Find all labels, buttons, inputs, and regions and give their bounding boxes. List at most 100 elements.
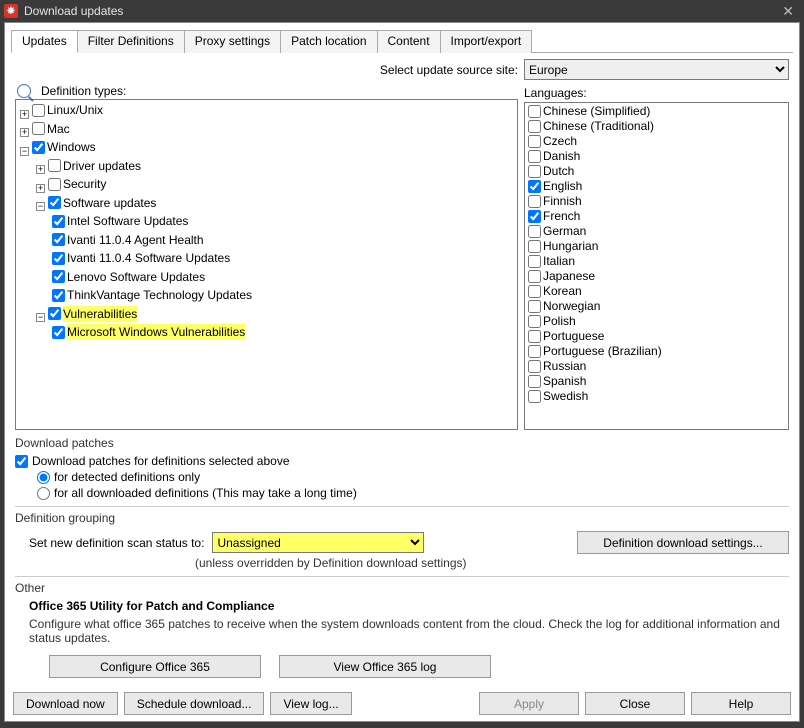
other-group-label: Other [15,581,789,595]
help-button[interactable]: Help [691,692,791,715]
tree-node-lenovo[interactable]: Lenovo Software Updates [52,269,205,285]
language-checkbox[interactable] [528,210,541,223]
language-checkbox[interactable] [528,120,541,133]
footer-bar: Download now Schedule download... View l… [13,692,791,715]
view-office365-log-button[interactable]: View Office 365 log [279,655,491,678]
language-item[interactable]: Dutch [528,164,785,179]
all-downloaded-radio[interactable]: for all downloaded definitions (This may… [37,486,789,500]
language-checkbox[interactable] [528,390,541,403]
language-item[interactable]: Spanish [528,374,785,389]
download-now-button[interactable]: Download now [13,692,118,715]
collapse-icon[interactable]: − [36,202,45,211]
language-label: French [543,209,580,224]
tab-updates[interactable]: Updates [11,30,78,53]
language-item[interactable]: Italian [528,254,785,269]
language-item[interactable]: Portuguese (Brazilian) [528,344,785,359]
language-checkbox[interactable] [528,315,541,328]
tree-node-driver-updates[interactable]: Driver updates [48,158,141,174]
language-item[interactable]: Korean [528,284,785,299]
expand-icon[interactable]: + [36,184,45,193]
tree-node-thinkvantage[interactable]: ThinkVantage Technology Updates [52,287,252,303]
language-checkbox[interactable] [528,195,541,208]
window-title: Download updates [24,4,123,18]
tree-node-ivanti-sw[interactable]: Ivanti 11.0.4 Software Updates [52,250,230,266]
tree-node-windows[interactable]: Windows [32,139,96,155]
language-label: Portuguese (Brazilian) [543,344,662,359]
language-checkbox[interactable] [528,165,541,178]
language-label: Italian [543,254,575,269]
language-item[interactable]: English [528,179,785,194]
tree-node-vulnerabilities[interactable]: Vulnerabilities [48,306,137,322]
language-checkbox[interactable] [528,360,541,373]
tree-node-intel[interactable]: Intel Software Updates [52,213,188,229]
language-checkbox[interactable] [528,330,541,343]
language-item[interactable]: French [528,209,785,224]
language-checkbox[interactable] [528,255,541,268]
language-item[interactable]: German [528,224,785,239]
view-log-button[interactable]: View log... [270,692,351,715]
language-checkbox[interactable] [528,300,541,313]
close-icon[interactable]: ✕ [776,3,800,20]
detected-only-radio[interactable]: for detected definitions only [37,470,789,484]
language-checkbox[interactable] [528,105,541,118]
tab-filter-definitions[interactable]: Filter Definitions [77,30,185,53]
language-item[interactable]: Chinese (Traditional) [528,119,785,134]
language-label: Japanese [543,269,595,284]
language-item[interactable]: Japanese [528,269,785,284]
language-checkbox[interactable] [528,150,541,163]
expand-icon[interactable]: + [20,128,29,137]
tree-node-security[interactable]: Security [48,176,106,192]
tree-node-ivanti-agent[interactable]: Ivanti 11.0.4 Agent Health [52,232,204,248]
tab-proxy-settings[interactable]: Proxy settings [184,30,281,53]
definition-grouping-label: Definition grouping [15,511,789,525]
tab-import-export[interactable]: Import/export [440,30,533,53]
source-site-select[interactable]: Europe [524,59,789,80]
language-item[interactable]: Russian [528,359,785,374]
language-label: Chinese (Traditional) [543,119,654,134]
collapse-icon[interactable]: − [36,313,45,322]
languages-list[interactable]: Chinese (Simplified)Chinese (Traditional… [524,102,789,430]
language-checkbox[interactable] [528,285,541,298]
tab-patch-location[interactable]: Patch location [280,30,377,53]
tab-content[interactable]: Content [377,30,441,53]
tree-node-mac[interactable]: Mac [32,121,70,137]
language-item[interactable]: Portuguese [528,329,785,344]
language-checkbox[interactable] [528,345,541,358]
definition-types-tree[interactable]: +Linux/Unix +Mac −Windows +Driver update… [15,99,518,430]
languages-label: Languages: [524,86,789,100]
language-item[interactable]: Chinese (Simplified) [528,104,785,119]
tree-node-linux[interactable]: Linux/Unix [32,102,103,118]
expand-icon[interactable]: + [36,165,45,174]
schedule-download-button[interactable]: Schedule download... [124,692,265,715]
language-item[interactable]: Finnish [528,194,785,209]
language-label: Korean [543,284,582,299]
close-button[interactable]: Close [585,692,685,715]
language-label: Dutch [543,164,574,179]
language-item[interactable]: Hungarian [528,239,785,254]
scan-status-select[interactable]: Unassigned [212,532,424,553]
language-checkbox[interactable] [528,135,541,148]
tree-node-software-updates[interactable]: Software updates [48,195,156,211]
language-label: Norwegian [543,299,600,314]
language-item[interactable]: Polish [528,314,785,329]
language-item[interactable]: Danish [528,149,785,164]
dialog-body: Updates Filter Definitions Proxy setting… [4,22,800,722]
definition-grouping-note: (unless overridden by Definition downloa… [195,556,789,570]
download-patches-checkbox[interactable]: Download patches for definitions selecte… [15,454,789,468]
language-item[interactable]: Czech [528,134,785,149]
collapse-icon[interactable]: − [20,147,29,156]
language-label: Polish [543,314,576,329]
definition-download-settings-button[interactable]: Definition download settings... [577,531,789,554]
configure-office365-button[interactable]: Configure Office 365 [49,655,261,678]
language-item[interactable]: Norwegian [528,299,785,314]
expand-icon[interactable]: + [20,110,29,119]
language-checkbox[interactable] [528,240,541,253]
office365-desc: Configure what office 365 patches to rec… [29,617,789,645]
tree-node-ms-vuln[interactable]: Microsoft Windows Vulnerabilities [52,324,245,340]
language-item[interactable]: Swedish [528,389,785,404]
language-checkbox[interactable] [528,180,541,193]
apply-button[interactable]: Apply [479,692,579,715]
language-checkbox[interactable] [528,225,541,238]
language-checkbox[interactable] [528,270,541,283]
language-checkbox[interactable] [528,375,541,388]
